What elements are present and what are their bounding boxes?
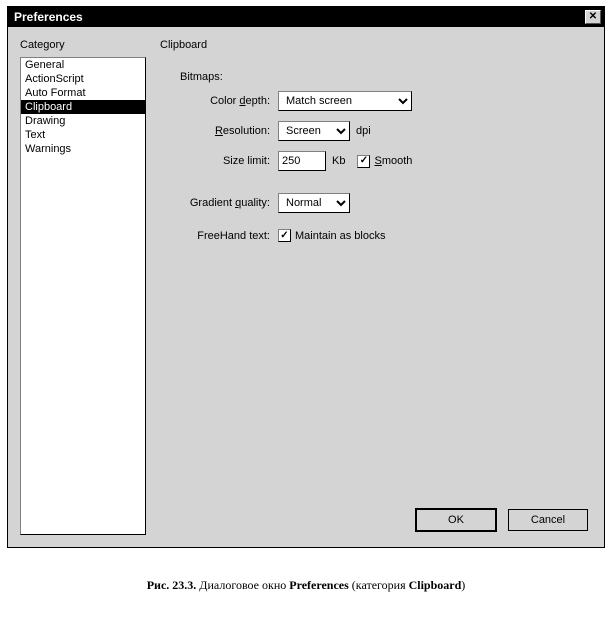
category-item-text[interactable]: Text [21, 128, 145, 142]
size-limit-row: Size limit: Kb ✓ Smooth [160, 151, 592, 171]
ok-button[interactable]: OK [416, 509, 496, 531]
size-limit-input[interactable] [278, 151, 326, 171]
freehand-row: FreeHand text: ✓ Maintain as blocks [160, 229, 592, 242]
category-item-general[interactable]: General [21, 58, 145, 72]
titlebar: Preferences ✕ [8, 7, 604, 27]
category-heading: Category [20, 39, 146, 51]
settings-panel: Clipboard Bitmaps: Color depth: Match sc… [160, 39, 592, 535]
color-depth-row: Color depth: Match screen [160, 91, 592, 111]
close-icon[interactable]: ✕ [585, 10, 601, 24]
category-item-drawing[interactable]: Drawing [21, 114, 145, 128]
preferences-window: Preferences ✕ Category General ActionScr… [7, 6, 605, 548]
color-depth-label: Color depth: [160, 95, 278, 107]
figure-caption: Рис. 23.3. Диалоговое окно Preferences (… [6, 578, 606, 593]
size-limit-unit: Kb [332, 155, 345, 167]
gradient-row: Gradient quality: Normal [160, 193, 592, 213]
window-title: Preferences [14, 10, 83, 24]
gradient-select[interactable]: Normal [278, 193, 350, 213]
smooth-label: Smooth [374, 155, 412, 167]
gradient-label: Gradient quality: [160, 197, 278, 209]
category-item-actionscript[interactable]: ActionScript [21, 72, 145, 86]
freehand-checkbox[interactable]: ✓ [278, 229, 291, 242]
freehand-label: FreeHand text: [160, 230, 278, 242]
panel-heading: Clipboard [160, 39, 592, 51]
category-list[interactable]: General ActionScript Auto Format Clipboa… [20, 57, 146, 535]
category-item-auto-format[interactable]: Auto Format [21, 86, 145, 100]
color-depth-select[interactable]: Match screen [278, 91, 412, 111]
category-column: Category General ActionScript Auto Forma… [20, 39, 146, 535]
freehand-cb-label: Maintain as blocks [295, 230, 386, 242]
size-limit-label: Size limit: [160, 155, 278, 167]
button-row: OK Cancel [160, 501, 592, 535]
smooth-checkbox[interactable]: ✓ [357, 155, 370, 168]
resolution-row: Resolution: Screen dpi [160, 121, 592, 141]
resolution-select[interactable]: Screen [278, 121, 350, 141]
resolution-unit: dpi [356, 125, 371, 137]
resolution-label: Resolution: [160, 125, 278, 137]
content-area: Category General ActionScript Auto Forma… [8, 27, 604, 547]
category-item-warnings[interactable]: Warnings [21, 142, 145, 156]
cancel-button[interactable]: Cancel [508, 509, 588, 531]
category-item-clipboard[interactable]: Clipboard [21, 100, 145, 114]
bitmaps-group-label: Bitmaps: [180, 71, 592, 83]
